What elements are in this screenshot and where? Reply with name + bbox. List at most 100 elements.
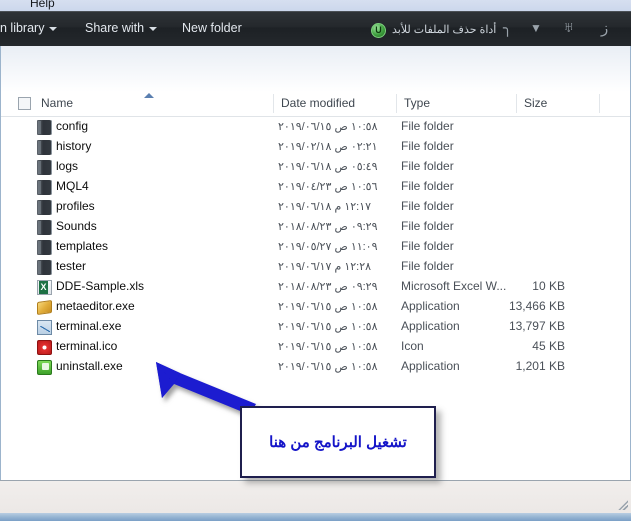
file-name: metaeditor.exe	[56, 299, 135, 313]
file-date-modified: ١٠:٥٨ ص ٢٠١٩/٠٦/١٥	[278, 340, 396, 353]
folder-icon	[37, 180, 52, 195]
toolbar-button-share-with[interactable]: Share with	[85, 21, 157, 35]
folder-icon	[37, 140, 52, 155]
column-divider[interactable]	[273, 94, 274, 113]
folder-icon	[37, 220, 52, 235]
file-type: Application	[401, 299, 460, 313]
menu-item-help[interactable]: Help	[30, 0, 55, 10]
metaeditor-icon	[37, 300, 52, 315]
file-date-modified: ١٠:٥٦ ص ٢٠١٩/٠٤/٢٣	[278, 180, 396, 193]
select-all-checkbox[interactable]	[18, 97, 31, 110]
table-row-terminal-exe[interactable]: terminal.exe ١٠:٥٨ ص ٢٠١٩/٠٦/١٥ Applicat…	[1, 317, 631, 337]
table-row[interactable]: profiles ١٢:١٧ م ٢٠١٩/٠٦/١٨ File folder	[1, 197, 631, 217]
chevron-down-icon	[49, 27, 57, 31]
file-size: 10 KB	[469, 279, 565, 293]
file-type: File folder	[401, 199, 454, 213]
toolbar-button-file-shredder[interactable]: أداة حذف الملفات للأبد	[392, 23, 496, 36]
column-header-size[interactable]: Size	[524, 96, 547, 110]
file-date-modified: ١٠:٥٨ ص ٢٠١٩/٠٦/١٥	[278, 360, 396, 373]
file-type: File folder	[401, 119, 454, 133]
file-date-modified: ١٠:٥٨ ص ٢٠١٩/٠٦/١٥	[278, 120, 396, 133]
command-bar: n library Share with New folder U أداة ح…	[0, 11, 631, 46]
file-type: File folder	[401, 159, 454, 173]
folder-icon	[37, 200, 52, 215]
file-type: Icon	[401, 339, 424, 353]
addon-badge-icon[interactable]: U	[371, 23, 386, 38]
column-header-type[interactable]: Type	[404, 96, 430, 110]
file-name: Sounds	[56, 219, 97, 233]
table-row[interactable]: templates ١١:٠٩ ص ٢٠١٩/٠٥/٢٧ File folder	[1, 237, 631, 257]
table-row[interactable]: history ٠٢:٢١ ص ٢٠١٩/٠٢/١٨ File folder	[1, 137, 631, 157]
file-size: 45 KB	[469, 339, 565, 353]
help-icon[interactable]: ز	[601, 19, 608, 37]
file-size: 13,466 KB	[469, 299, 565, 313]
file-name: history	[56, 139, 91, 153]
uninstall-icon	[37, 360, 52, 375]
file-size: 1,201 KB	[469, 359, 565, 373]
folder-icon	[37, 260, 52, 275]
table-row[interactable]: DDE-Sample.xls ٠٩:٢٩ ص ٢٠١٨/٠٨/٢٣ Micros…	[1, 277, 631, 297]
file-name: templates	[56, 239, 108, 253]
column-divider[interactable]	[599, 94, 600, 113]
annotation-text: تشغيل البرنامج من هنا	[269, 433, 407, 451]
menu-bar: Help	[0, 0, 631, 11]
file-rows: config ١٠:٥٨ ص ٢٠١٩/٠٦/١٥ File folder hi…	[1, 117, 631, 377]
table-row[interactable]: MQL4 ١٠:٥٦ ص ٢٠١٩/٠٤/٢٣ File folder	[1, 177, 631, 197]
table-row[interactable]: logs ٠٥:٤٩ ص ٢٠١٩/٠٦/١٨ File folder	[1, 157, 631, 177]
toolbar-button-label: n library	[0, 21, 44, 35]
file-type: Application	[401, 359, 460, 373]
table-row[interactable]: Sounds ٠٩:٢٩ ص ٢٠١٨/٠٨/٢٣ File folder	[1, 217, 631, 237]
file-size: 13,797 KB	[469, 319, 565, 333]
file-date-modified: ٠٥:٤٩ ص ٢٠١٩/٠٦/١٨	[278, 160, 396, 173]
file-name: tester	[56, 259, 86, 273]
chevron-down-icon[interactable]: ▼	[530, 21, 542, 35]
file-type: File folder	[401, 219, 454, 233]
terminal-icon	[37, 320, 52, 335]
column-header-date-modified[interactable]: Date modified	[281, 96, 355, 110]
file-name: terminal.exe	[56, 319, 121, 333]
resize-grip-icon[interactable]	[617, 499, 628, 510]
file-date-modified: ١٢:١٧ م ٢٠١٩/٠٦/١٨	[278, 200, 396, 213]
toolbar-button-new-folder[interactable]: New folder	[182, 21, 242, 35]
preview-pane-icon[interactable]: ♅	[563, 19, 574, 36]
column-divider[interactable]	[396, 94, 397, 113]
column-header-row: Name Date modified Type Size	[1, 92, 631, 117]
table-row[interactable]: tester ١٢:٢٨ م ٢٠١٩/٠٦/١٧ File folder	[1, 257, 631, 277]
file-date-modified: ١٠:٥٨ ص ٢٠١٩/٠٦/١٥	[278, 300, 396, 313]
file-type: Application	[401, 319, 460, 333]
file-type: File folder	[401, 259, 454, 273]
file-name: config	[56, 119, 88, 133]
file-name: logs	[56, 159, 78, 173]
toolbar-button-include-in-library[interactable]: n library	[0, 21, 57, 35]
folder-icon	[37, 120, 52, 135]
toolbar-button-label: New folder	[182, 21, 242, 35]
excel-file-icon	[37, 280, 52, 295]
column-divider[interactable]	[516, 94, 517, 113]
file-name: terminal.ico	[56, 339, 117, 353]
file-name: uninstall.exe	[56, 359, 123, 373]
explorer-window: Help n library Share with New folder U أ…	[0, 0, 631, 521]
table-row[interactable]: uninstall.exe ١٠:٥٨ ص ٢٠١٩/٠٦/١٥ Applica…	[1, 357, 631, 377]
window-bottom-edge	[0, 513, 631, 521]
folder-icon	[37, 160, 52, 175]
file-type: File folder	[401, 139, 454, 153]
view-layout-icon[interactable]: ╮	[503, 19, 512, 37]
details-pane	[0, 480, 631, 513]
file-date-modified: ١٠:٥٨ ص ٢٠١٩/٠٦/١٥	[278, 320, 396, 333]
file-name: MQL4	[56, 179, 89, 193]
table-row[interactable]: config ١٠:٥٨ ص ٢٠١٩/٠٦/١٥ File folder	[1, 117, 631, 137]
icon-file-icon	[37, 340, 52, 355]
table-row[interactable]: metaeditor.exe ١٠:٥٨ ص ٢٠١٩/٠٦/١٥ Applic…	[1, 297, 631, 317]
file-date-modified: ١٢:٢٨ م ٢٠١٩/٠٦/١٧	[278, 260, 396, 273]
table-row[interactable]: terminal.ico ١٠:٥٨ ص ٢٠١٩/٠٦/١٥ Icon 45 …	[1, 337, 631, 357]
file-type: File folder	[401, 239, 454, 253]
toolbar-button-label: Share with	[85, 21, 144, 35]
folder-icon	[37, 240, 52, 255]
file-date-modified: ١١:٠٩ ص ٢٠١٩/٠٥/٢٧	[278, 240, 396, 253]
annotation-callout-box: تشغيل البرنامج من هنا	[240, 406, 436, 478]
column-header-name[interactable]: Name	[41, 96, 73, 110]
file-name: profiles	[56, 199, 95, 213]
file-date-modified: ٠٩:٢٩ ص ٢٠١٨/٠٨/٢٣	[278, 220, 396, 233]
file-date-modified: ٠٢:٢١ ص ٢٠١٩/٠٢/١٨	[278, 140, 396, 153]
file-name: DDE-Sample.xls	[56, 279, 144, 293]
